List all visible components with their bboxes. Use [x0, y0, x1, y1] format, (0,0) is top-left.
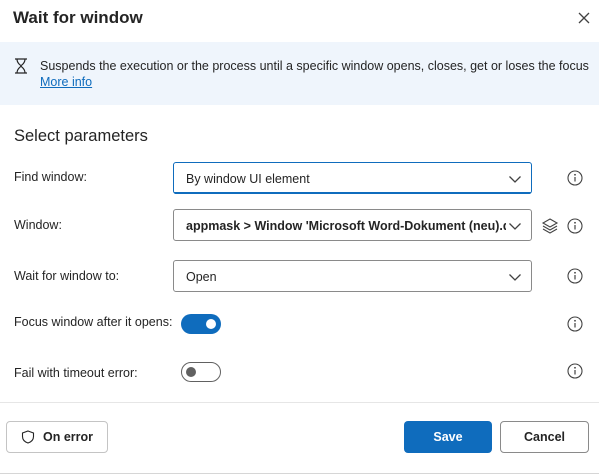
fail-timeout-toggle[interactable] [181, 362, 221, 382]
window-info-icon[interactable] [567, 218, 583, 234]
hourglass-icon [15, 58, 27, 74]
window-select[interactable]: appmask > Window 'Microsoft Word-Dokumen… [173, 209, 532, 241]
shield-icon [21, 430, 35, 444]
wait-for-window-dialog: Wait for window Suspends the execution o… [0, 0, 599, 474]
find-window-info-icon[interactable] [567, 170, 583, 186]
layers-icon[interactable] [541, 217, 559, 235]
chevron-down-icon [509, 223, 521, 230]
find-window-label: Find window: [14, 170, 87, 184]
wait-for-select[interactable]: Open [173, 260, 532, 292]
banner-description: Suspends the execution or the process un… [40, 59, 589, 73]
toggle-knob [206, 319, 216, 329]
on-error-button[interactable]: On error [6, 421, 108, 453]
fail-timeout-label: Fail with timeout error: [14, 366, 138, 380]
more-info-link[interactable]: More info [40, 75, 92, 89]
close-button[interactable] [572, 6, 596, 30]
window-label: Window: [14, 218, 62, 232]
wait-for-value: Open [186, 270, 217, 284]
chevron-down-icon [509, 176, 521, 183]
on-error-label: On error [42, 430, 93, 444]
section-title: Select parameters [14, 127, 148, 145]
wait-for-label: Wait for window to: [14, 269, 120, 283]
toggle-knob [186, 367, 196, 377]
dialog-title: Wait for window [13, 8, 143, 27]
focus-window-toggle[interactable] [181, 314, 221, 334]
window-value: appmask > Window 'Microsoft Word-Dokumen… [186, 219, 506, 233]
find-window-value: By window UI element [186, 172, 310, 186]
chevron-down-icon [509, 274, 521, 281]
save-button[interactable]: Save [404, 421, 492, 453]
wait-for-info-icon[interactable] [567, 268, 583, 284]
find-window-select[interactable]: By window UI element [173, 162, 532, 194]
close-icon [578, 12, 590, 24]
cancel-button[interactable]: Cancel [500, 421, 589, 453]
footer-divider [0, 402, 599, 403]
info-banner: Suspends the execution or the process un… [0, 42, 599, 105]
fail-timeout-info-icon[interactable] [567, 363, 583, 379]
focus-window-label: Focus window after it opens: [14, 315, 173, 329]
focus-window-info-icon[interactable] [567, 316, 583, 332]
